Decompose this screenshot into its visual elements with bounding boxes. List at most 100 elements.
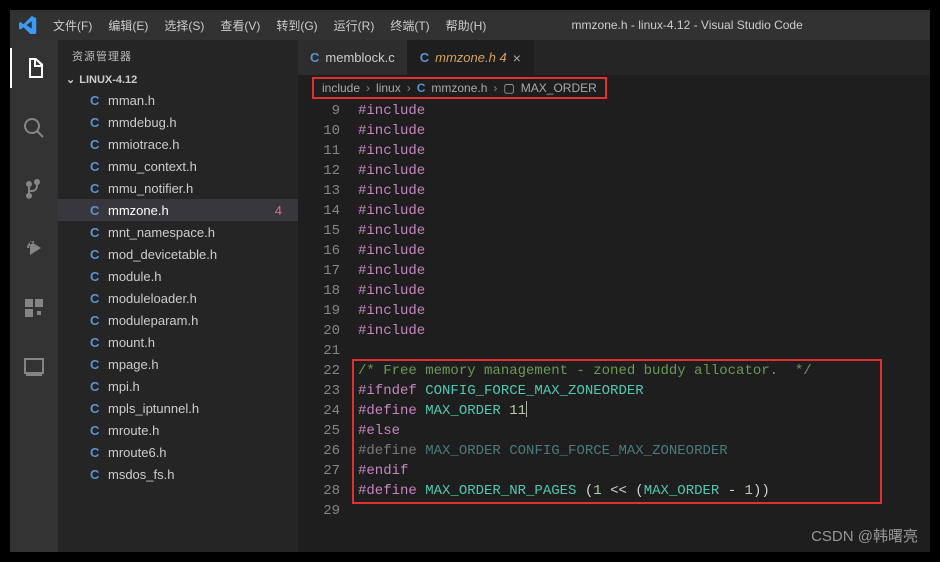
file-item[interactable]: Cmoduleloader.h <box>58 287 298 309</box>
file-item[interactable]: Cmmdebug.h <box>58 111 298 133</box>
chevron-right-icon: › <box>407 81 411 95</box>
c-icon: C <box>90 115 108 130</box>
activity-explorer[interactable] <box>10 48 58 88</box>
file-item[interactable]: Cmpage.h <box>58 353 298 375</box>
file-item[interactable]: Cmpi.h <box>58 375 298 397</box>
file-name: mount.h <box>108 335 298 350</box>
file-item[interactable]: Cmpls_iptunnel.h <box>58 397 298 419</box>
file-item[interactable]: Cmmzone.h4 <box>58 199 298 221</box>
search-icon <box>22 116 46 140</box>
breadcrumb-seg[interactable]: MAX_ORDER <box>521 81 597 95</box>
activity-debug[interactable] <box>10 228 58 268</box>
activity-scm[interactable] <box>10 168 58 208</box>
menu-goto[interactable]: 转到(G) <box>268 10 325 40</box>
app-logo <box>10 16 45 34</box>
c-icon: C <box>90 247 108 262</box>
editor-tabs: Cmemblock.cCmmzone.h 4× <box>298 40 930 75</box>
file-name: mmiotrace.h <box>108 137 298 152</box>
tab-label: memblock.c <box>325 50 394 65</box>
breadcrumb-seg[interactable]: linux <box>376 81 401 95</box>
file-item[interactable]: Cmroute6.h <box>58 441 298 463</box>
c-icon: C <box>90 445 108 460</box>
file-name: mmzone.h <box>108 203 275 218</box>
c-icon: C <box>90 467 108 482</box>
editor-tab[interactable]: Cmemblock.c <box>298 40 408 75</box>
file-item[interactable]: Cmmiotrace.h <box>58 133 298 155</box>
editor-area: Cmemblock.cCmmzone.h 4× include › linux … <box>298 40 930 552</box>
file-name: msdos_fs.h <box>108 467 298 482</box>
file-name: moduleparam.h <box>108 313 298 328</box>
c-icon: C <box>310 50 319 65</box>
menu-file[interactable]: 文件(F) <box>45 10 100 40</box>
sidebar: 资源管理器 ⌄ LINUX-4.12 Cmman.hCmmdebug.hCmmi… <box>58 40 298 552</box>
menu-edit[interactable]: 编辑(E) <box>100 10 156 40</box>
c-icon: C <box>90 291 108 306</box>
tab-label: mmzone.h 4 <box>435 50 507 65</box>
c-icon: C <box>90 93 108 108</box>
file-item[interactable]: Cmoduleparam.h <box>58 309 298 331</box>
file-item[interactable]: Cmount.h <box>58 331 298 353</box>
c-icon: C <box>90 159 108 174</box>
file-name: mmu_notifier.h <box>108 181 298 196</box>
activity-bar <box>10 40 58 552</box>
file-item[interactable]: Cmmu_notifier.h <box>58 177 298 199</box>
file-name: mpls_iptunnel.h <box>108 401 298 416</box>
c-icon: C <box>90 225 108 240</box>
chevron-right-icon: › <box>366 81 370 95</box>
c-icon: C <box>90 313 108 328</box>
activity-remote[interactable] <box>10 348 58 388</box>
breadcrumb-seg[interactable]: include <box>322 81 360 95</box>
play-bug-icon <box>22 236 46 260</box>
c-icon: C <box>420 50 429 65</box>
file-item[interactable]: Cmnt_namespace.h <box>58 221 298 243</box>
file-name: mod_devicetable.h <box>108 247 298 262</box>
c-icon: C <box>90 203 108 218</box>
c-icon: C <box>90 401 108 416</box>
remote-icon <box>22 356 46 380</box>
file-name: mroute6.h <box>108 445 298 460</box>
file-name: mmdebug.h <box>108 115 298 130</box>
file-name: moduleloader.h <box>108 291 298 306</box>
c-icon: C <box>90 137 108 152</box>
file-name: mman.h <box>108 93 298 108</box>
file-item[interactable]: Cmodule.h <box>58 265 298 287</box>
file-item[interactable]: Cmod_devicetable.h <box>58 243 298 265</box>
menu-terminal[interactable]: 终端(T) <box>382 10 437 40</box>
c-icon: C <box>90 269 108 284</box>
branch-icon <box>22 176 46 200</box>
menu-select[interactable]: 选择(S) <box>156 10 212 40</box>
code-content[interactable]: #include #include #include #include #inc… <box>358 101 930 552</box>
watermark: CSDN @韩曙亮 <box>811 525 918 546</box>
menu-run[interactable]: 运行(R) <box>326 10 383 40</box>
activity-search[interactable] <box>10 108 58 148</box>
file-item[interactable]: Cmroute.h <box>58 419 298 441</box>
error-badge: 4 <box>275 203 298 218</box>
c-icon: C <box>417 81 426 95</box>
file-item[interactable]: Cmmu_context.h <box>58 155 298 177</box>
menu-help[interactable]: 帮助(H) <box>438 10 495 40</box>
file-name: mpi.h <box>108 379 298 394</box>
close-icon[interactable]: × <box>513 50 521 66</box>
files-icon <box>23 56 47 80</box>
breadcrumb-seg[interactable]: mmzone.h <box>431 81 487 95</box>
activity-extensions[interactable] <box>10 288 58 328</box>
window-title: mmzone.h - linux-4.12 - Visual Studio Co… <box>494 18 930 32</box>
file-item[interactable]: Cmsdos_fs.h <box>58 463 298 485</box>
c-icon: C <box>90 423 108 438</box>
menu-view[interactable]: 查看(V) <box>212 10 268 40</box>
breadcrumb[interactable]: include › linux › C mmzone.h › ▢ MAX_ORD… <box>298 75 930 101</box>
file-name: mnt_namespace.h <box>108 225 298 240</box>
c-icon: C <box>90 357 108 372</box>
chevron-right-icon: › <box>493 81 497 95</box>
editor-tab[interactable]: Cmmzone.h 4 × <box>408 40 534 75</box>
extensions-icon <box>22 296 46 320</box>
titlebar: 文件(F) 编辑(E) 选择(S) 查看(V) 转到(G) 运行(R) 终端(T… <box>10 10 930 40</box>
file-name: module.h <box>108 269 298 284</box>
code-area[interactable]: 9101112131415161718192021222324252627282… <box>298 101 930 552</box>
file-item[interactable]: Cmman.h <box>58 89 298 111</box>
c-icon: C <box>90 335 108 350</box>
file-name: mmu_context.h <box>108 159 298 174</box>
project-name: LINUX-4.12 <box>79 74 137 86</box>
project-header[interactable]: ⌄ LINUX-4.12 <box>58 70 298 89</box>
c-icon: C <box>90 379 108 394</box>
